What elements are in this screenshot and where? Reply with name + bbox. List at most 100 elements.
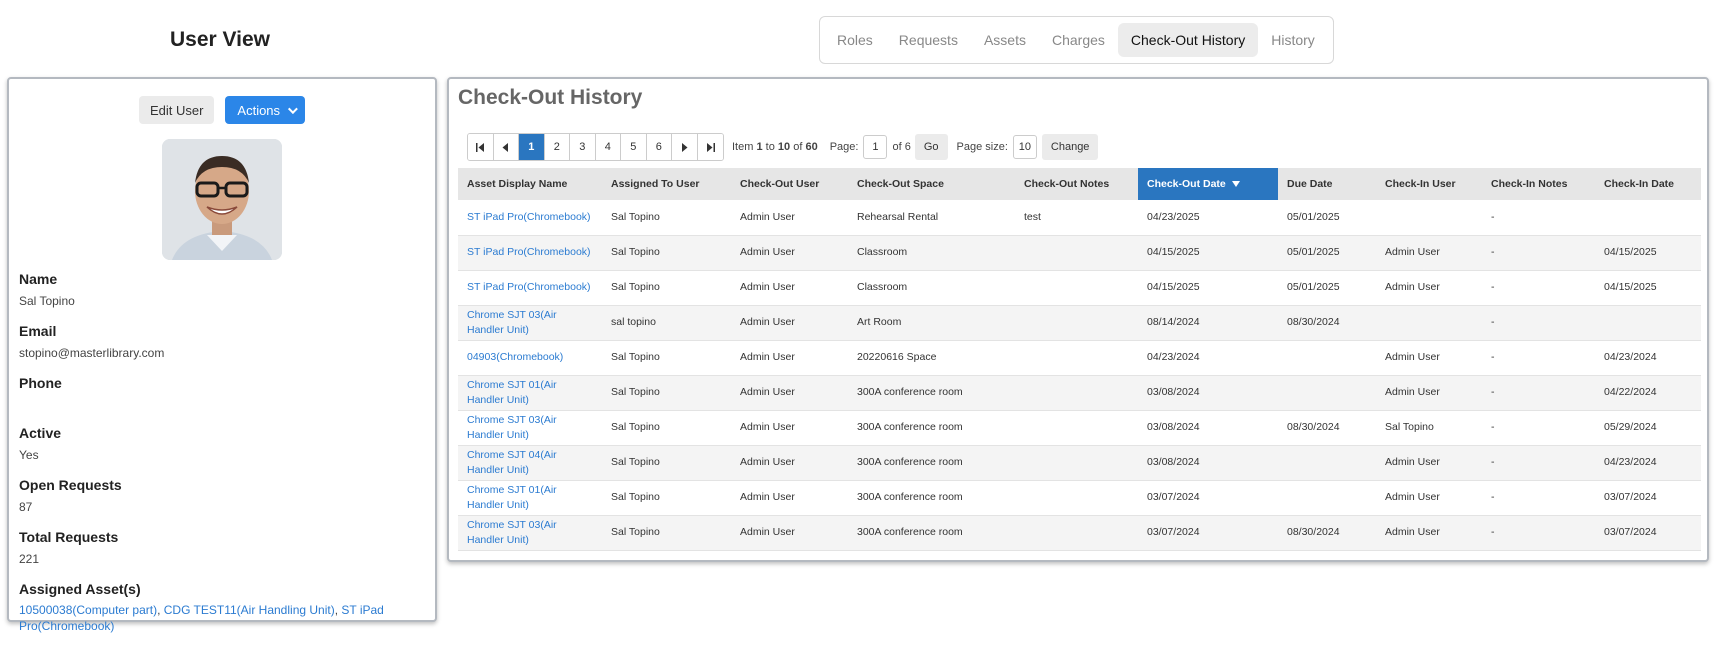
check-out-history-table: Asset Display Name Assigned To User Chec… xyxy=(458,168,1701,551)
page-number-input[interactable] xyxy=(863,135,888,159)
user-card: Edit User Actions Name Sal Topino Email … xyxy=(7,77,437,633)
tab-charges[interactable]: Charges xyxy=(1039,23,1118,57)
pagination: 1 2 3 4 5 6 Item 1 to 10 of 60 Page: of … xyxy=(467,133,1099,161)
table-cell: 04/23/2024 xyxy=(1138,340,1278,376)
column-header-sorted[interactable]: Check-Out Date xyxy=(1138,168,1278,200)
column-header[interactable]: Check-Out Notes xyxy=(1015,168,1138,200)
table-row[interactable]: Chrome SJT 01(Air Handler Unit) Sal Topin… xyxy=(458,480,1701,516)
table-row[interactable]: Chrome SJT 03(Air Handler Unit) Sal Topin… xyxy=(458,515,1701,551)
asset-link[interactable]: ST iPad Pro(Chromebook) xyxy=(467,211,591,223)
table-cell: 05/01/2025 xyxy=(1278,270,1376,306)
active-label: Active xyxy=(19,425,62,441)
table-row[interactable]: ST iPad Pro(Chromebook) Sal Topino Admin U… xyxy=(458,270,1701,306)
table-cell: Sal Topino xyxy=(602,480,731,516)
table-cell: Rehearsal Rental xyxy=(848,200,1015,236)
table-cell: 03/08/2024 xyxy=(1138,410,1278,446)
change-button[interactable]: Change xyxy=(1041,134,1099,160)
assigned-assets-list: 10500038(Computer part), CDG TEST11(Air … xyxy=(19,603,384,633)
tab-roles[interactable]: Roles xyxy=(824,23,886,57)
asset-link[interactable]: Chrome SJT 01(Air Handler Unit) xyxy=(467,484,557,511)
table-row[interactable]: 04903(Chromebook) Sal Topino Admin User 202… xyxy=(458,340,1701,376)
column-header[interactable]: Assigned To User xyxy=(602,168,731,200)
tab-assets[interactable]: Assets xyxy=(971,23,1039,57)
asset-link[interactable]: Chrome SJT 03(Air Handler Unit) xyxy=(467,414,557,441)
asset-link[interactable]: 04903(Chromebook) xyxy=(467,351,563,363)
page-button-2[interactable]: 2 xyxy=(544,134,570,160)
section-title: Check-Out History xyxy=(458,86,643,109)
last-page-icon[interactable] xyxy=(697,134,723,160)
table-cell: 03/07/2024 xyxy=(1595,480,1701,516)
table-row[interactable]: Chrome SJT 04(Air Handler Unit) Sal Topin… xyxy=(458,445,1701,481)
column-header[interactable]: Check-Out Space xyxy=(848,168,1015,200)
column-header[interactable]: Check-In Notes xyxy=(1482,168,1595,200)
table-row[interactable]: Chrome SJT 01(Air Handler Unit) Sal Topin… xyxy=(458,375,1701,411)
table-cell xyxy=(1595,305,1701,341)
page-button-6[interactable]: 6 xyxy=(646,134,672,160)
table-cell: Admin User xyxy=(731,270,848,306)
name-value: Sal Topino xyxy=(19,294,75,308)
table-cell: sal topino xyxy=(602,305,731,341)
page-label: Page: xyxy=(829,141,859,153)
asset-link[interactable]: CDG TEST11(Air Handling Unit) xyxy=(164,603,335,617)
table-cell xyxy=(1015,445,1138,481)
column-header[interactable]: Check-Out User xyxy=(731,168,848,200)
asset-link[interactable]: Chrome SJT 03(Air Handler Unit) xyxy=(467,309,557,336)
page-button-3[interactable]: 3 xyxy=(570,134,596,160)
table-cell: 300A conference room xyxy=(848,445,1015,481)
table-cell xyxy=(1278,375,1376,411)
table-cell: 08/30/2024 xyxy=(1278,305,1376,341)
table-cell: 04/23/2025 xyxy=(1138,200,1278,236)
asset-link[interactable]: Chrome SJT 03(Air Handler Unit) xyxy=(467,519,557,546)
tab-history[interactable]: History xyxy=(1258,23,1328,57)
open-requests-value: 87 xyxy=(19,500,33,514)
table-cell xyxy=(1015,305,1138,341)
table-cell: 04/23/2024 xyxy=(1595,340,1701,376)
table-cell: - xyxy=(1482,480,1595,516)
table-row[interactable]: Chrome SJT 03(Air Handler Unit) sal topin… xyxy=(458,305,1701,341)
asset-link[interactable]: ST iPad Pro(Chromebook) xyxy=(467,246,591,258)
page-button-1[interactable]: 1 xyxy=(519,134,545,160)
page-size-input[interactable] xyxy=(1012,135,1037,159)
table-cell: Admin User xyxy=(1376,270,1482,306)
column-header[interactable]: Check-In User xyxy=(1376,168,1482,200)
tab-check-out-history[interactable]: Check-Out History xyxy=(1117,23,1259,57)
table-cell: Classroom xyxy=(848,235,1015,271)
table-cell: 300A conference room xyxy=(848,480,1015,516)
table-cell xyxy=(1015,515,1138,551)
asset-link[interactable]: Chrome SJT 01(Air Handler Unit) xyxy=(467,379,557,406)
table-cell: ST iPad Pro(Chromebook) xyxy=(458,270,602,306)
table-cell: 04/15/2025 xyxy=(1595,235,1701,271)
asset-link[interactable]: ST iPad Pro(Chromebook) xyxy=(467,281,591,293)
table-cell: Sal Topino xyxy=(602,200,731,236)
actions-dropdown-button[interactable]: Actions xyxy=(225,96,306,124)
asset-link[interactable]: 10500038(Computer part) xyxy=(19,603,157,617)
table-row[interactable]: ST iPad Pro(Chromebook) Sal Topino Admin U… xyxy=(458,235,1701,271)
table-row[interactable]: ST iPad Pro(Chromebook) Sal Topino Admin U… xyxy=(458,200,1701,236)
table-cell: - xyxy=(1482,515,1595,551)
table-row[interactable]: Chrome SJT 03(Air Handler Unit) Sal Topin… xyxy=(458,410,1701,446)
page-button-5[interactable]: 5 xyxy=(621,134,647,160)
page-button-4[interactable]: 4 xyxy=(595,134,621,160)
sort-desc-icon xyxy=(1231,181,1240,188)
table-cell: Sal Topino xyxy=(602,270,731,306)
next-page-icon[interactable] xyxy=(672,134,698,160)
first-page-icon[interactable] xyxy=(468,134,494,160)
go-button[interactable]: Go xyxy=(914,134,948,160)
page-of-text: of 6 xyxy=(892,141,911,153)
table-cell: 04903(Chromebook) xyxy=(458,340,602,376)
tab-requests[interactable]: Requests xyxy=(886,23,971,57)
table-cell: Chrome SJT 01(Air Handler Unit) xyxy=(458,480,602,516)
column-header[interactable]: Asset Display Name xyxy=(458,168,602,200)
table-cell: Art Room xyxy=(848,305,1015,341)
table-cell: Admin User xyxy=(1376,340,1482,376)
table-cell: Admin User xyxy=(731,480,848,516)
user-details: Name Sal Topino Email stopino@masterlibr… xyxy=(19,269,429,645)
edit-user-button[interactable]: Edit User xyxy=(138,96,215,124)
asset-link[interactable]: Chrome SJT 04(Air Handler Unit) xyxy=(467,449,557,476)
column-header[interactable]: Check-In Date xyxy=(1595,168,1701,200)
phone-value xyxy=(19,396,429,410)
column-header[interactable]: Due Date xyxy=(1278,168,1376,200)
table-cell: Chrome SJT 01(Air Handler Unit) xyxy=(458,375,602,411)
tab-bar: Roles Requests Assets Charges Check-Out … xyxy=(819,16,1334,64)
prev-page-icon[interactable] xyxy=(493,134,519,160)
